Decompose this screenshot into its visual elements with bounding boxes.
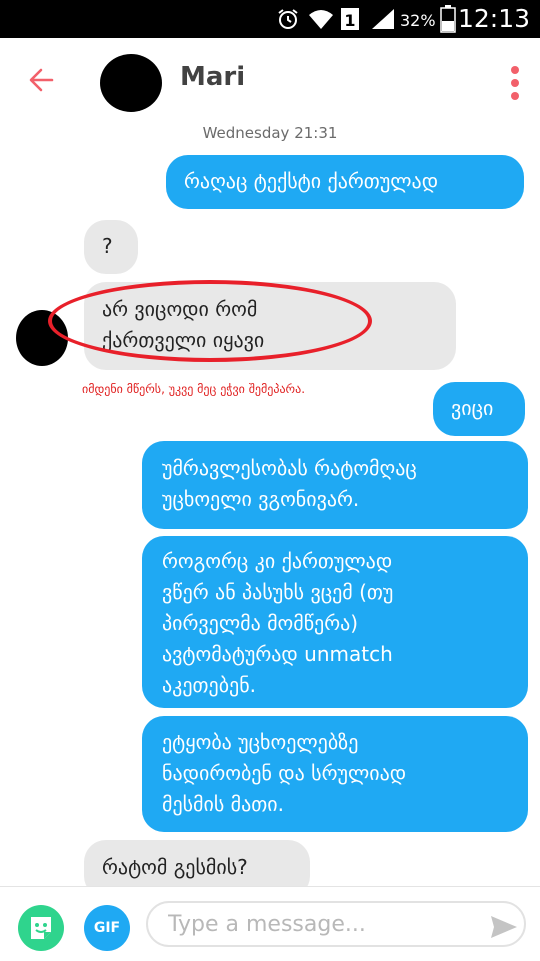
- kebab-menu-icon[interactable]: [510, 66, 520, 100]
- date-divider: Wednesday 21:31: [202, 124, 338, 142]
- red-annotation-text: იმდენი მწერს, უკვე მეც ეჭვი შემეპარა.: [82, 382, 306, 396]
- message-text: როგორც კი ქართულად ვწერ ან პასუხს ვცემ (…: [162, 549, 394, 697]
- message-bubble-outgoing[interactable]: ეტყობა უცხოელებზე ნადირობენ და სრულიად მ…: [142, 716, 528, 832]
- message-bubble-incoming[interactable]: ?: [84, 220, 138, 274]
- send-icon[interactable]: [490, 915, 518, 939]
- message-input[interactable]: [146, 901, 526, 947]
- sticker-icon: [31, 917, 51, 939]
- message-bubble-outgoing[interactable]: როგორც კი ქართულად ვწერ ან პასუხს ვცემ (…: [142, 536, 528, 708]
- message-composer: GIF: [0, 886, 540, 961]
- sticker-button[interactable]: [18, 905, 64, 951]
- battery-percent: 32%: [400, 11, 436, 30]
- gif-button[interactable]: GIF: [84, 905, 130, 951]
- message-bubble-outgoing[interactable]: რაღაც ტექსტი ქართულად: [166, 155, 524, 209]
- message-bubble-outgoing[interactable]: ვიცი: [433, 382, 525, 436]
- battery-icon: [440, 5, 456, 33]
- message-text: უმრავლესობას რატომღაც უცხოელი ვგონივარ.: [162, 456, 417, 511]
- svg-text:1: 1: [344, 11, 355, 30]
- message-text: რატომ გესმის?: [102, 855, 248, 879]
- message-text: ვიცი: [451, 396, 494, 420]
- contact-name[interactable]: Mari: [180, 62, 245, 92]
- message-bubble-outgoing[interactable]: უმრავლესობას რატომღაც უცხოელი ვგონივარ.: [142, 441, 528, 529]
- status-bar: 1 32% 12:13: [0, 0, 540, 38]
- avatar[interactable]: [100, 54, 162, 112]
- alarm-icon: [278, 9, 298, 29]
- message-text: რაღაც ტექსტი ქართულად: [184, 169, 439, 193]
- sender-avatar[interactable]: [16, 310, 68, 366]
- signal-icon: [372, 9, 394, 29]
- wifi-icon: [309, 10, 333, 29]
- message-bubble-incoming[interactable]: არ ვიცოდი რომ ქართველი იყავი: [84, 282, 456, 370]
- message-text: ?: [102, 234, 113, 258]
- chat-header: Mari: [0, 38, 540, 122]
- clock: 12:13: [457, 4, 530, 33]
- sim-icon: 1: [341, 8, 359, 30]
- back-arrow-icon[interactable]: [26, 64, 58, 96]
- message-text: ეტყობა უცხოელებზე ნადირობენ და სრულიად მ…: [162, 730, 407, 816]
- message-text: არ ვიცოდი რომ ქართველი იყავი: [102, 297, 265, 352]
